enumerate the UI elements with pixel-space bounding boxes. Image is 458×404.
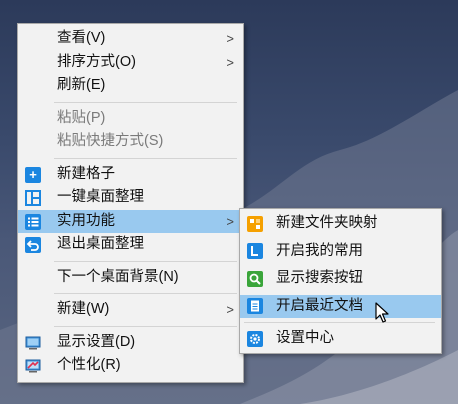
menu-separator [54, 260, 237, 262]
chevron-right-icon: > [226, 213, 234, 229]
menu-separator [54, 293, 237, 294]
menu-item-display-settings-label: 显示设置(D) [57, 333, 136, 350]
menu-item-new[interactable]: 新建(W) > [18, 298, 243, 322]
menu-item-view[interactable]: 查看(V) > [18, 27, 243, 51]
plus-icon: + [25, 166, 41, 183]
submenu-item-open-frequent[interactable]: 开启我的常用 [240, 240, 441, 263]
menu-item-paste-shortcut-label: 粘贴快捷方式(S) [57, 133, 164, 149]
desktop-context-menu: 查看(V) > 排序方式(O) > 刷新(E) 粘贴(P) 粘贴快捷方式(S) … [17, 23, 244, 383]
menu-item-next-background-label: 下一个桌面背景(N) [57, 268, 179, 285]
chevron-right-icon: > [226, 31, 234, 46]
submenu-item-open-recent-docs-label: 开启最近文档 [276, 297, 363, 314]
menu-item-exit-tidy[interactable]: 退出桌面整理 [18, 233, 243, 257]
utilities-submenu: 新建文件夹映射 开启我的常用 显示搜索按钮 开启最近文档 设置中心 [239, 208, 442, 354]
menu-item-paste: 粘贴(P) [18, 107, 243, 131]
menu-item-display-settings[interactable]: 显示设置(D) [18, 331, 243, 355]
frequent-icon [247, 243, 263, 259]
menu-separator [244, 322, 435, 323]
menu-item-personalize-label: 个性化(R) [57, 357, 121, 373]
menu-separator [54, 101, 237, 103]
menu-item-view-label: 查看(V) [57, 30, 106, 46]
document-icon [247, 298, 263, 314]
submenu-item-settings-center[interactable]: 设置中心 [240, 327, 441, 350]
menu-item-next-background[interactable]: 下一个桌面背景(N) [18, 266, 243, 290]
folder-mapping-icon [247, 215, 263, 232]
menu-item-paste-label: 粘贴(P) [57, 109, 106, 126]
submenu-item-open-frequent-label: 开启我的常用 [276, 242, 363, 259]
search-icon [247, 270, 263, 287]
submenu-item-open-recent-docs[interactable]: 开启最近文档 [240, 294, 441, 318]
menu-item-personalize[interactable]: 个性化(R) [18, 354, 243, 378]
chevron-right-icon: > [226, 302, 234, 317]
menu-item-tidy-desktop[interactable]: 一键桌面整理 [18, 186, 243, 210]
submenu-item-new-folder-mapping-label: 新建文件夹映射 [276, 215, 378, 231]
submenu-item-show-search-button-label: 显示搜索按钮 [276, 270, 363, 286]
menu-item-sort[interactable]: 排序方式(O) > [18, 51, 243, 75]
menu-item-new-grid[interactable]: + 新建格子 [18, 163, 243, 187]
exit-arrow-icon [25, 237, 41, 253]
menu-item-sort-label: 排序方式(O) [57, 53, 136, 70]
menu-separator [54, 157, 237, 159]
menu-item-utilities[interactable]: 实用功能 > [18, 209, 243, 233]
list-icon [25, 213, 41, 230]
menu-item-refresh[interactable]: 刷新(E) [18, 74, 243, 98]
menu-item-new-grid-label: 新建格子 [57, 165, 115, 182]
menu-item-new-label: 新建(W) [57, 301, 110, 317]
submenu-item-settings-center-label: 设置中心 [276, 330, 334, 346]
mouse-pointer-icon [375, 302, 389, 329]
menu-item-exit-tidy-label: 退出桌面整理 [57, 236, 144, 252]
menu-item-tidy-desktop-label: 一键桌面整理 [57, 189, 144, 205]
menu-item-utilities-label: 实用功能 [57, 212, 115, 229]
menu-item-refresh-label: 刷新(E) [57, 77, 106, 93]
chevron-right-icon: > [226, 54, 234, 70]
monitor-icon [25, 335, 41, 351]
submenu-item-show-search-button[interactable]: 显示搜索按钮 [240, 267, 441, 290]
menu-item-paste-shortcut: 粘贴快捷方式(S) [18, 130, 243, 154]
gear-icon [247, 330, 263, 347]
personalize-icon [25, 358, 41, 374]
menu-separator [54, 325, 237, 327]
submenu-item-new-folder-mapping[interactable]: 新建文件夹映射 [240, 212, 441, 235]
grid-layout-icon [25, 190, 41, 206]
